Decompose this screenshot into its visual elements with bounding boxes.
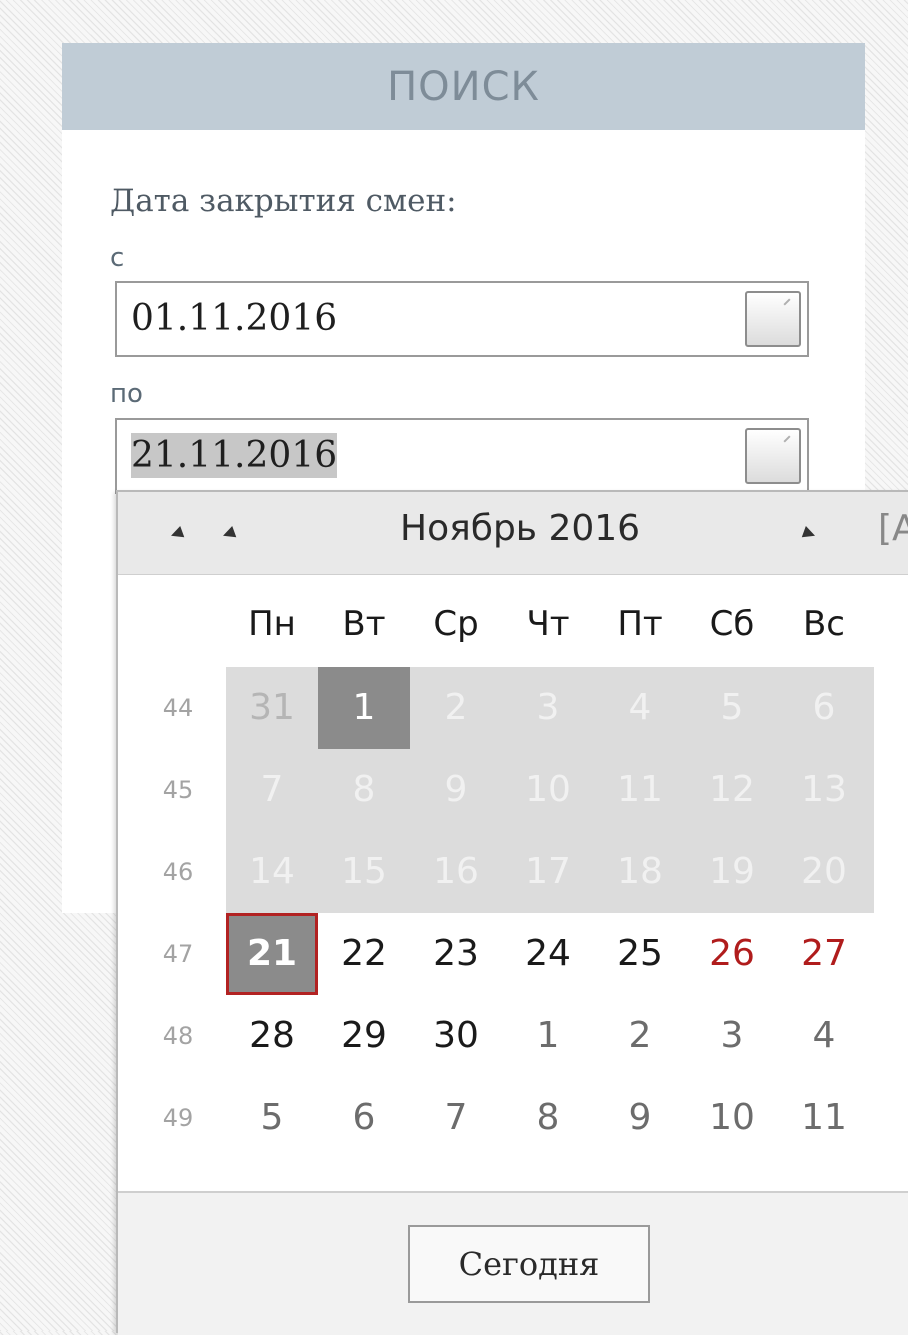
calendar-day[interactable]: 2: [594, 995, 686, 1077]
calendar-day[interactable]: 23: [410, 913, 502, 995]
calendar-day[interactable]: 16: [410, 831, 502, 913]
from-calendar-button[interactable]: [745, 291, 801, 347]
weekday-header: Пт: [617, 604, 663, 644]
from-date-input[interactable]: 01.11.2016: [115, 281, 809, 357]
week-number: 48: [162, 1022, 194, 1050]
week-number: 45: [162, 776, 194, 804]
calendar-day[interactable]: 28: [226, 995, 318, 1077]
week-number: 44: [162, 694, 194, 722]
calendar-day[interactable]: 27: [778, 913, 870, 995]
week-number: 46: [162, 858, 194, 886]
calendar-day[interactable]: 4: [594, 667, 686, 749]
to-date-value: 21.11.2016: [131, 433, 338, 478]
prev-month-icon[interactable]: ◂: [218, 517, 239, 547]
weekday-header: Чт: [526, 604, 570, 644]
calendar-day[interactable]: 2: [410, 667, 502, 749]
weekday-header: Сб: [709, 604, 755, 644]
calendar-header: ◂ ◂ Ноябрь 2016 ▸ [A: [118, 492, 908, 575]
calendar-day[interactable]: 31: [226, 667, 318, 749]
calendar-day[interactable]: 11: [594, 749, 686, 831]
panel-title: ПОИСК: [62, 43, 865, 130]
month-title[interactable]: Ноябрь 2016: [400, 508, 640, 549]
calendar-day[interactable]: 12: [686, 749, 778, 831]
calendar-day[interactable]: 8: [502, 1077, 594, 1159]
week-number: 47: [162, 940, 194, 968]
calendar-day[interactable]: 29: [318, 995, 410, 1077]
calendar-day[interactable]: 3: [502, 667, 594, 749]
from-label: с: [110, 243, 125, 273]
weekday-header: Вт: [342, 604, 386, 644]
calendar-day[interactable]: 13: [778, 749, 870, 831]
weekday-header: Ср: [433, 604, 479, 644]
view-mode-button[interactable]: [A: [878, 508, 908, 549]
calendar-day[interactable]: 5: [226, 1077, 318, 1159]
prev-year-icon[interactable]: ◂: [166, 517, 187, 547]
calendar-day[interactable]: 1: [318, 667, 410, 749]
calendar-day[interactable]: 30: [410, 995, 502, 1077]
from-date-value: 01.11.2016: [131, 298, 338, 339]
calendar-day[interactable]: 11: [778, 1077, 870, 1159]
calendar-day[interactable]: 7: [410, 1077, 502, 1159]
calendar-day[interactable]: 3: [686, 995, 778, 1077]
calendar-day[interactable]: 6: [318, 1077, 410, 1159]
calendar-day[interactable]: 5: [686, 667, 778, 749]
calendar-day[interactable]: 24: [502, 913, 594, 995]
to-label: по: [110, 379, 143, 409]
calendar-day[interactable]: 9: [410, 749, 502, 831]
calendar-day[interactable]: 9: [594, 1077, 686, 1159]
calendar-day[interactable]: 14: [226, 831, 318, 913]
to-date-input[interactable]: 21.11.2016: [115, 418, 809, 494]
calendar-day[interactable]: 18: [594, 831, 686, 913]
date-close-label: Дата закрытия смен:: [110, 183, 457, 219]
calendar-day[interactable]: 26: [686, 913, 778, 995]
calendar-day[interactable]: 22: [318, 913, 410, 995]
to-calendar-button[interactable]: [745, 428, 801, 484]
week-number: 49: [162, 1104, 194, 1132]
calendar-day[interactable]: 19: [686, 831, 778, 913]
calendar-day[interactable]: 8: [318, 749, 410, 831]
weekday-header: Пн: [248, 604, 296, 644]
next-month-icon[interactable]: ▸: [800, 517, 821, 547]
calendar-day[interactable]: 21: [226, 913, 318, 995]
calendar-day[interactable]: 4: [778, 995, 870, 1077]
calendar-day[interactable]: 20: [778, 831, 870, 913]
calendar-day[interactable]: 15: [318, 831, 410, 913]
calendar-day[interactable]: 6: [778, 667, 870, 749]
weekday-header: Вс: [802, 604, 846, 644]
calendar-day[interactable]: 10: [686, 1077, 778, 1159]
calendar-day[interactable]: 1: [502, 995, 594, 1077]
calendar-popup: ◂ ◂ Ноябрь 2016 ▸ [A Пн Вт Ср Чт Пт Сб Вс 44 31…: [116, 490, 908, 1335]
calendar-day[interactable]: 10: [502, 749, 594, 831]
calendar-footer: Сегодня: [118, 1191, 908, 1335]
calendar-day[interactable]: 7: [226, 749, 318, 831]
today-button[interactable]: Сегодня: [408, 1225, 650, 1303]
calendar-day[interactable]: 25: [594, 913, 686, 995]
calendar-day[interactable]: 17: [502, 831, 594, 913]
